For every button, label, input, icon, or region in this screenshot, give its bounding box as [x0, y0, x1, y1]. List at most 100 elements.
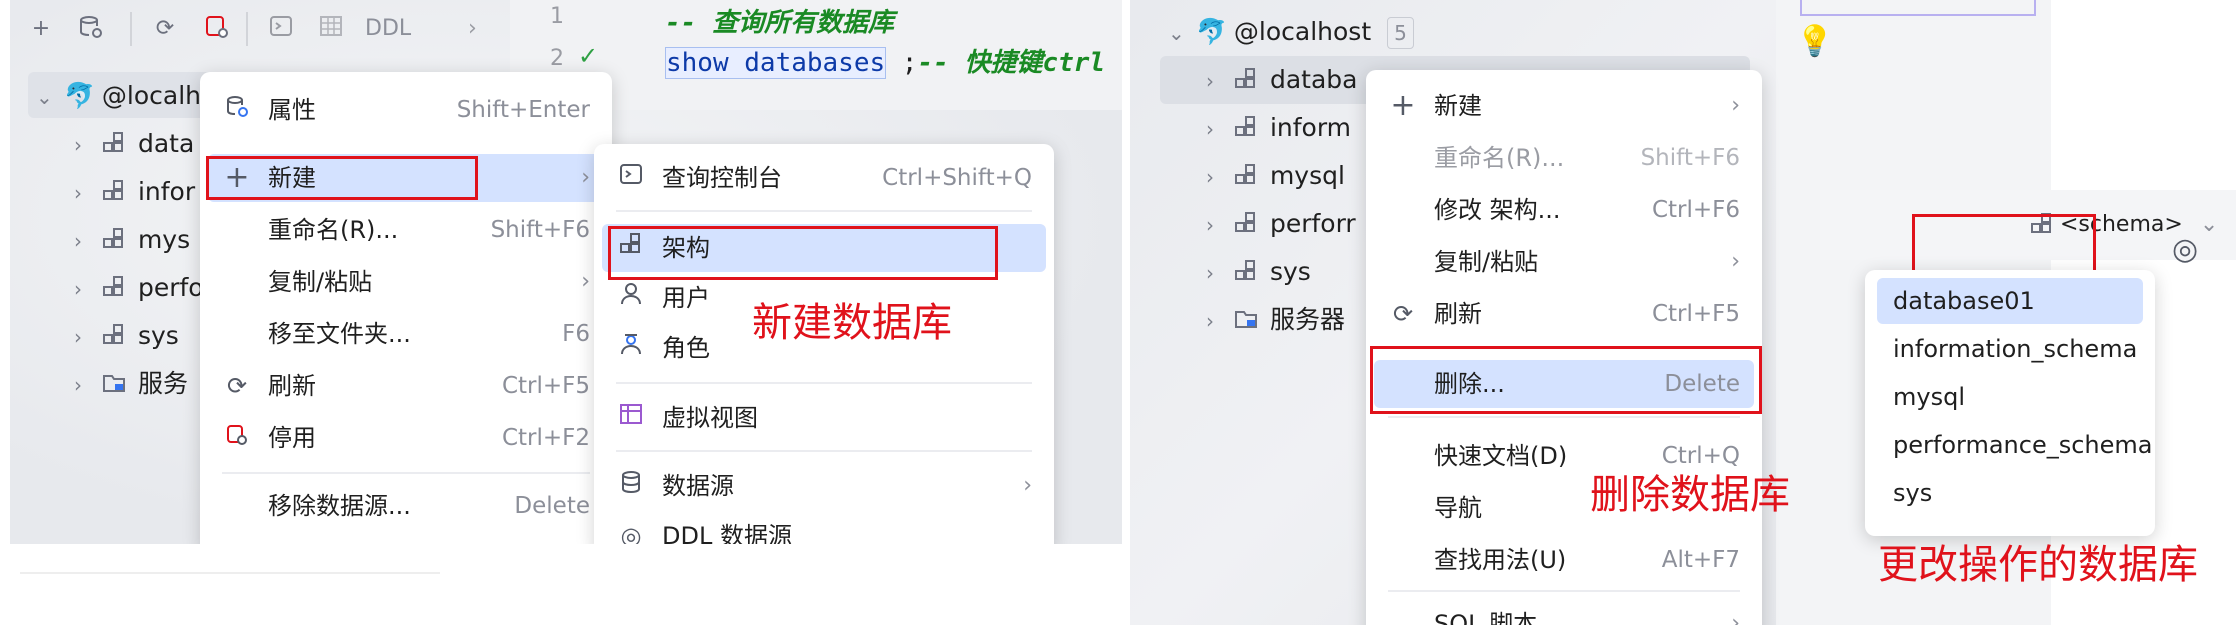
database-icon: ◎: [620, 522, 642, 544]
schema-icon: [102, 180, 123, 200]
editor-tab-outline: [1800, 0, 2036, 16]
code-line2[interactable]: show databases ;-- 快捷键ctrl: [665, 42, 1105, 79]
console-icon[interactable]: [266, 14, 296, 44]
menu-item-remove-datasource[interactable]: 移除数据源... Delete: [200, 482, 612, 530]
line-number: 1: [550, 4, 564, 29]
tree-item-information[interactable]: › inform: [1206, 104, 1351, 152]
chevron-right-icon: ›: [74, 277, 82, 301]
properties-icon: [222, 86, 252, 134]
lightbulb-icon[interactable]: 💡: [1796, 24, 1833, 59]
chevron-right-icon: ›: [74, 325, 82, 349]
menu-separator: [616, 450, 1032, 452]
chevron-right-icon: ›: [1206, 117, 1214, 141]
schema-icon: [1234, 116, 1255, 136]
highlight-box-delete: [1370, 346, 1762, 414]
disconnect-icon: [222, 414, 252, 462]
schema-option[interactable]: information_schema: [1877, 326, 2143, 372]
folder-icon: [102, 375, 125, 392]
chevron-right-icon: ›: [74, 373, 82, 397]
menu-item-datasource[interactable]: 数据源 ›: [594, 462, 1054, 510]
divider: [20, 572, 440, 574]
tree-item-database[interactable]: › data: [74, 120, 194, 168]
schema-icon: [102, 228, 123, 248]
mysql-dolphin-icon: 🐬: [1195, 17, 1228, 46]
tree-item-mysql[interactable]: › mysql: [1206, 152, 1345, 200]
database-settings-icon[interactable]: [76, 14, 106, 44]
menu-item-ddl-datasource[interactable]: ◎ DDL 数据源: [594, 512, 1054, 544]
refresh-icon: ⟳: [226, 372, 248, 400]
tree-item-sys[interactable]: › sys: [74, 312, 179, 360]
menu-item-sql-script[interactable]: SQL 脚本 ›: [1366, 600, 1762, 625]
add-icon[interactable]: +: [26, 14, 56, 44]
highlight-box-schema-selector: [1912, 214, 2096, 274]
schema-dropdown-list: database01 information_schema mysql perf…: [1865, 270, 2155, 536]
chevron-right-icon: ›: [74, 229, 82, 253]
user-icon: [616, 274, 646, 322]
mysql-dolphin-icon: 🐬: [63, 81, 96, 110]
ddl-button[interactable]: DDL: [365, 14, 411, 44]
schema-option[interactable]: performance_schema: [1877, 422, 2152, 468]
tree-item-server-objects[interactable]: › 服务: [74, 360, 188, 408]
menu-item-rename[interactable]: 重命名(R)... Shift+F6: [1366, 134, 1762, 182]
chevron-right-icon: ›: [1206, 69, 1214, 93]
code-comment-line1[interactable]: -- 查询所有数据库: [665, 2, 894, 39]
menu-item-properties[interactable]: 属性 Shift+Enter: [200, 86, 612, 134]
database-icon: [616, 462, 646, 510]
menu-item-refresh[interactable]: ⟳ 刷新 Ctrl+F5: [1366, 290, 1762, 338]
ai-assistant-icon[interactable]: ◎: [2172, 232, 2198, 267]
virtual-view-icon: [616, 394, 646, 442]
count-badge: 5: [1387, 17, 1414, 49]
schema-option[interactable]: sys: [1877, 470, 2143, 516]
menu-item-copy-paste[interactable]: 复制/粘贴 ›: [200, 258, 612, 306]
disconnect-icon[interactable]: [202, 14, 232, 44]
tree-item-performance[interactable]: › perforr: [1206, 200, 1356, 248]
tree-item-mysql[interactable]: › mys: [74, 216, 190, 264]
menu-item-refresh[interactable]: ⟳ 刷新 Ctrl+F5: [200, 362, 612, 410]
left-screenshot-panel: + ⟳ DDL › 1 2 ✓ -- 查询所有数据库 show database…: [10, 0, 1122, 544]
menu-separator: [222, 472, 590, 474]
schema-icon: [1234, 212, 1255, 232]
chevron-right-icon: ›: [1206, 261, 1214, 285]
schema-option[interactable]: mysql: [1877, 374, 2143, 420]
toolbar-divider: [246, 12, 248, 46]
highlight-box-schema: [608, 226, 998, 280]
menu-item-copy-paste[interactable]: 复制/粘贴 ›: [1366, 238, 1762, 286]
tree-item-performance[interactable]: › perfo: [74, 264, 204, 312]
menu-item-rename[interactable]: 重命名(R)... Shift+F6: [200, 206, 612, 254]
menu-item-modify-schema[interactable]: 修改 架构... Ctrl+F6: [1366, 186, 1762, 234]
menu-item-virtual-view[interactable]: 虚拟视图: [594, 394, 1054, 442]
chevron-right-icon[interactable]: ›: [468, 14, 477, 44]
table-icon[interactable]: [316, 14, 346, 44]
menu-item-disable[interactable]: 停用 Ctrl+F2: [200, 414, 612, 462]
schema-icon: [1234, 68, 1255, 88]
tree-item-server-objects[interactable]: › 服务器: [1206, 296, 1345, 344]
refresh-icon[interactable]: ⟳: [150, 14, 180, 44]
tree-item-localhost[interactable]: ⌄ 🐬 @localhost 5: [1168, 8, 1414, 56]
tree-item-information[interactable]: › infor: [74, 168, 195, 216]
context-menu: 属性 Shift+Enter + 新建 › 重命名(R)... Shift+F6…: [200, 72, 612, 544]
chevron-right-icon: ›: [1206, 165, 1214, 189]
code-semicolon: ;: [886, 48, 918, 78]
chevron-down-icon: ⌄: [2199, 212, 2219, 237]
schema-icon: [1234, 164, 1255, 184]
line-number: 2: [550, 46, 564, 71]
menu-item-new[interactable]: + 新建 ›: [1366, 82, 1762, 130]
chevron-right-icon: ›: [1206, 213, 1214, 237]
role-icon: [616, 324, 646, 372]
annotation-create-database: 新建数据库: [752, 300, 952, 346]
schema-icon: [1234, 260, 1255, 280]
schema-icon: [102, 276, 123, 296]
highlight-box-new: [206, 156, 478, 200]
chevron-right-icon: ›: [74, 181, 82, 205]
tree-item-sys[interactable]: › sys: [1206, 248, 1311, 296]
menu-item-find-usages[interactable]: 查找用法(U) Alt+F7: [1366, 536, 1762, 584]
menu-item-query-console[interactable]: 查询控制台 Ctrl+Shift+Q: [594, 154, 1054, 202]
code-comment-line2: -- 快捷键ctrl: [917, 48, 1106, 78]
plus-icon: +: [1390, 88, 1416, 123]
chevron-down-icon: ⌄: [1168, 21, 1185, 45]
menu-item-move-to-folder[interactable]: 移至文件夹... F6: [200, 310, 612, 358]
annotation-delete-database: 删除数据库: [1590, 472, 1790, 518]
tree-item-database[interactable]: › databa: [1206, 56, 1357, 104]
schema-option[interactable]: database01: [1877, 278, 2143, 324]
tree-item-localhost[interactable]: ⌄ 🐬 @localh: [36, 72, 201, 120]
